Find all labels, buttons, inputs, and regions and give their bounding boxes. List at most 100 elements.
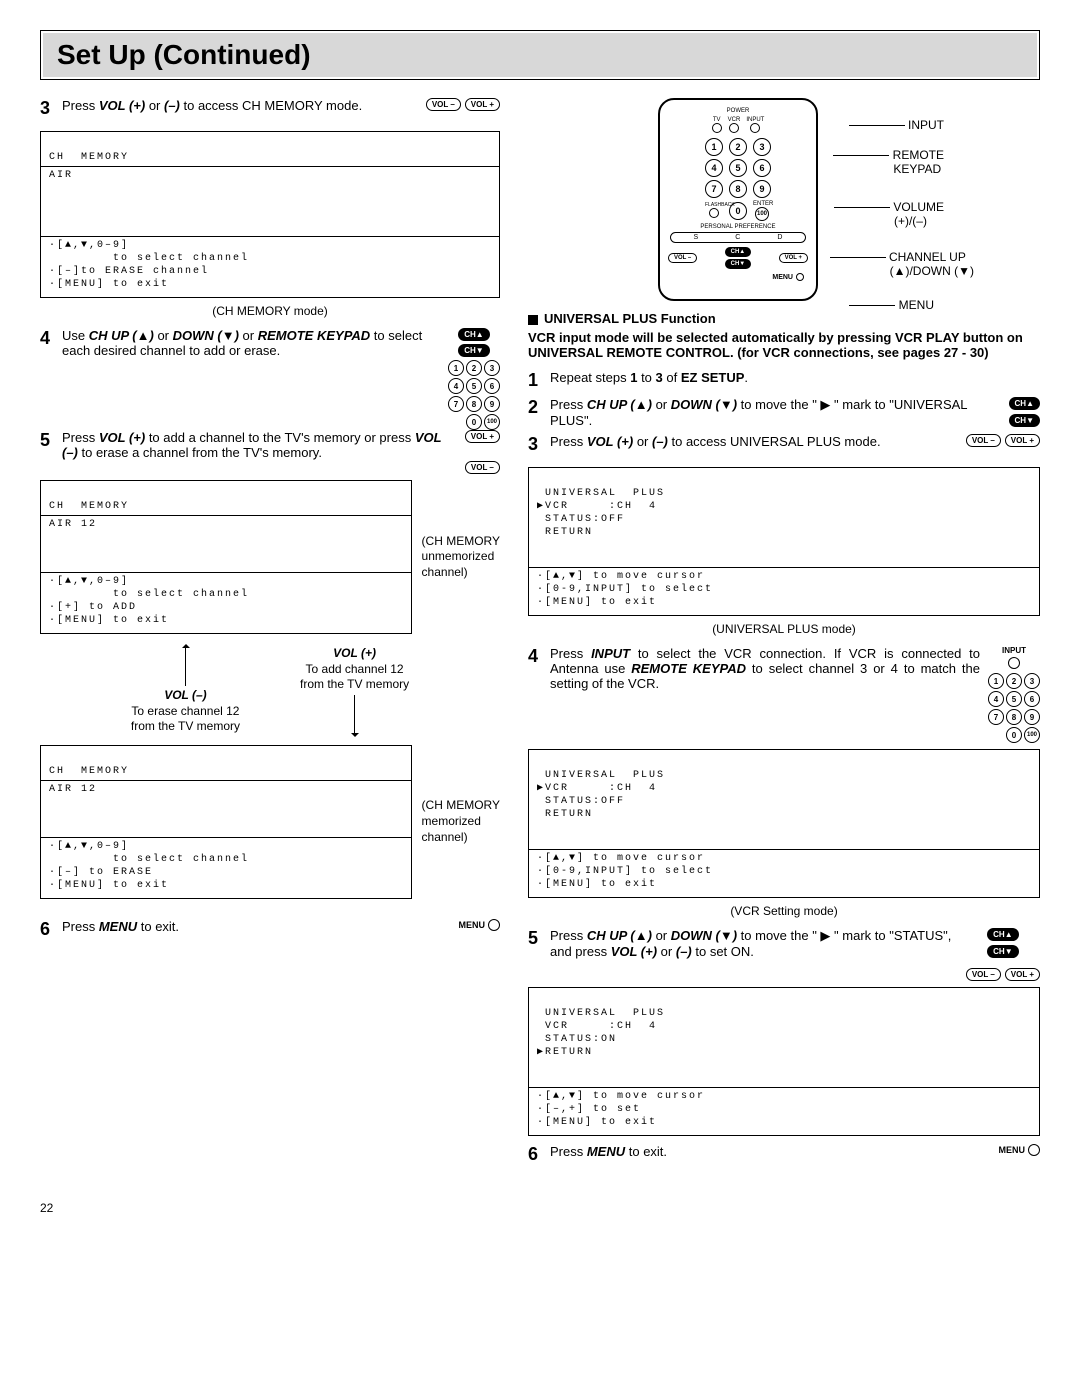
key-8[interactable]: 8 — [729, 180, 747, 198]
key-2[interactable]: 2 — [466, 360, 482, 376]
vol-plus-button[interactable]: VOL + — [465, 98, 500, 111]
pref-bar[interactable]: S C D — [670, 232, 806, 243]
t: or — [633, 434, 652, 449]
key-4[interactable]: 4 — [988, 691, 1004, 707]
key-0[interactable]: 0 — [466, 414, 482, 430]
ch-up-button[interactable]: CH▲ — [987, 928, 1018, 941]
step-number: 2 — [528, 397, 550, 428]
vol-plus-button[interactable]: VOL + — [779, 253, 808, 263]
key-0[interactable]: 0 — [1006, 727, 1022, 743]
vol-minus-button[interactable]: VOL – — [465, 461, 500, 474]
ch-buttons-icon: CH▲ CH▼ — [1009, 397, 1040, 427]
vol-minus-button[interactable]: VOL – — [966, 434, 1001, 447]
key-5[interactable]: 5 — [729, 159, 747, 177]
t: Press — [62, 919, 99, 934]
key-6[interactable]: 6 — [484, 378, 500, 394]
key-9[interactable]: 9 — [753, 180, 771, 198]
menu-row: MENU — [666, 273, 804, 281]
t: MENU — [772, 274, 793, 281]
key-6[interactable]: 6 — [1024, 691, 1040, 707]
l: RETURN — [537, 809, 593, 820]
menu-button-icon[interactable]: MENU — [459, 919, 501, 931]
key-1[interactable]: 1 — [705, 138, 723, 156]
tv-button[interactable] — [712, 123, 722, 133]
key-5[interactable]: 5 — [466, 378, 482, 394]
page-number: 22 — [40, 1201, 1040, 1215]
ch-up-button[interactable]: CH▲ — [1009, 397, 1040, 410]
key-7[interactable]: 7 — [988, 709, 1004, 725]
osd-universal-plus: UNIVERSAL PLUS ▶VCR :CH 4 STATUS:OFF RET… — [528, 467, 1040, 616]
key-9[interactable]: 9 — [484, 396, 500, 412]
key-2[interactable]: 2 — [1006, 673, 1022, 689]
l: ·[0-9,INPUT] to select — [537, 866, 713, 877]
key-8[interactable]: 8 — [466, 396, 482, 412]
t: unmemorized — [422, 549, 495, 563]
key-1[interactable]: 1 — [448, 360, 464, 376]
vol-plus-note: VOL (+) To add channel 12 from the TV me… — [300, 646, 409, 693]
t: VOL (+) — [333, 646, 376, 660]
t: from the TV memory — [131, 719, 240, 733]
key-8[interactable]: 8 — [1006, 709, 1022, 725]
ch-down-button[interactable]: CH▼ — [458, 344, 489, 357]
r6-text: Press MENU to exit. — [550, 1144, 991, 1165]
vol-minus-button[interactable]: VOL – — [966, 968, 1001, 981]
vol-plus-button[interactable]: VOL + — [1005, 434, 1040, 447]
t: CHANNEL UP — [889, 250, 966, 264]
t: Press — [62, 98, 99, 113]
input-button-icon[interactable]: INPUT — [1002, 646, 1026, 669]
l: to select channel — [49, 589, 249, 600]
input-button[interactable] — [750, 123, 760, 133]
key-1[interactable]: 1 — [988, 673, 1004, 689]
l: ·[MENU] to exit — [537, 597, 657, 608]
ch-down-button[interactable]: CH▼ — [1009, 414, 1040, 427]
key-5[interactable]: 5 — [1006, 691, 1022, 707]
l: STATUS:OFF — [537, 796, 625, 807]
key-3[interactable]: 3 — [484, 360, 500, 376]
t: DOWN (▼) — [173, 328, 239, 343]
key-7[interactable]: 7 — [448, 396, 464, 412]
key-9[interactable]: 9 — [1024, 709, 1040, 725]
vol-plus-button[interactable]: VOL + — [465, 430, 500, 443]
key-100[interactable]: 100 — [755, 207, 769, 221]
key-4[interactable]: 4 — [705, 159, 723, 177]
key-3[interactable]: 3 — [1024, 673, 1040, 689]
key-100[interactable]: 100 — [484, 414, 500, 430]
t: To erase channel 12 — [131, 704, 239, 718]
step-number: 6 — [528, 1144, 550, 1165]
r5-text: Press CH UP (▲) or DOWN (▼) to move the … — [550, 928, 958, 959]
key-2[interactable]: 2 — [729, 138, 747, 156]
key-4[interactable]: 4 — [448, 378, 464, 394]
vol-plus-button[interactable]: VOL + — [1005, 968, 1040, 981]
vol-minus-button[interactable]: VOL – — [668, 253, 697, 263]
t: REMOTE — [893, 148, 944, 162]
l: ·[0-9,INPUT] to select — [537, 584, 713, 595]
t: Use — [62, 328, 89, 343]
t: CH UP (▲) — [89, 328, 154, 343]
menu-button[interactable]: MENU — [772, 273, 804, 281]
t: CH UP (▲) — [587, 928, 652, 943]
t: to — [637, 370, 655, 385]
step-number: 3 — [40, 98, 62, 119]
key-0[interactable]: 0 — [729, 202, 747, 220]
osd3-caption: (CH MEMORY memorized channel) — [422, 798, 500, 845]
key-7[interactable]: 7 — [705, 180, 723, 198]
two-column-layout: 3 Press VOL (+) or (–) to access CH MEMO… — [40, 98, 1040, 1171]
ch-up-button[interactable]: CH▲ — [725, 247, 752, 257]
ch-up-button[interactable]: CH▲ — [458, 328, 489, 341]
step-5-row: 5 Press VOL (+) to add a channel to the … — [40, 430, 500, 474]
vol-buttons-icon: VOL – VOL + — [966, 434, 1040, 447]
t: 3 — [656, 370, 663, 385]
key-3[interactable]: 3 — [753, 138, 771, 156]
menu-button-icon[interactable]: MENU — [999, 1144, 1041, 1156]
key-100[interactable]: 100 — [1024, 727, 1040, 743]
title-bar: Set Up (Continued) — [40, 30, 1040, 80]
t: channel) — [422, 565, 468, 579]
flashback-button[interactable] — [709, 208, 719, 218]
ch-down-button[interactable]: CH▼ — [725, 259, 752, 269]
vcr-button[interactable] — [729, 123, 739, 133]
t: Press — [550, 1144, 587, 1159]
vol-minus-button[interactable]: VOL – — [426, 98, 461, 111]
key-6[interactable]: 6 — [753, 159, 771, 177]
l: to select channel — [49, 253, 249, 264]
ch-down-button[interactable]: CH▼ — [987, 945, 1018, 958]
